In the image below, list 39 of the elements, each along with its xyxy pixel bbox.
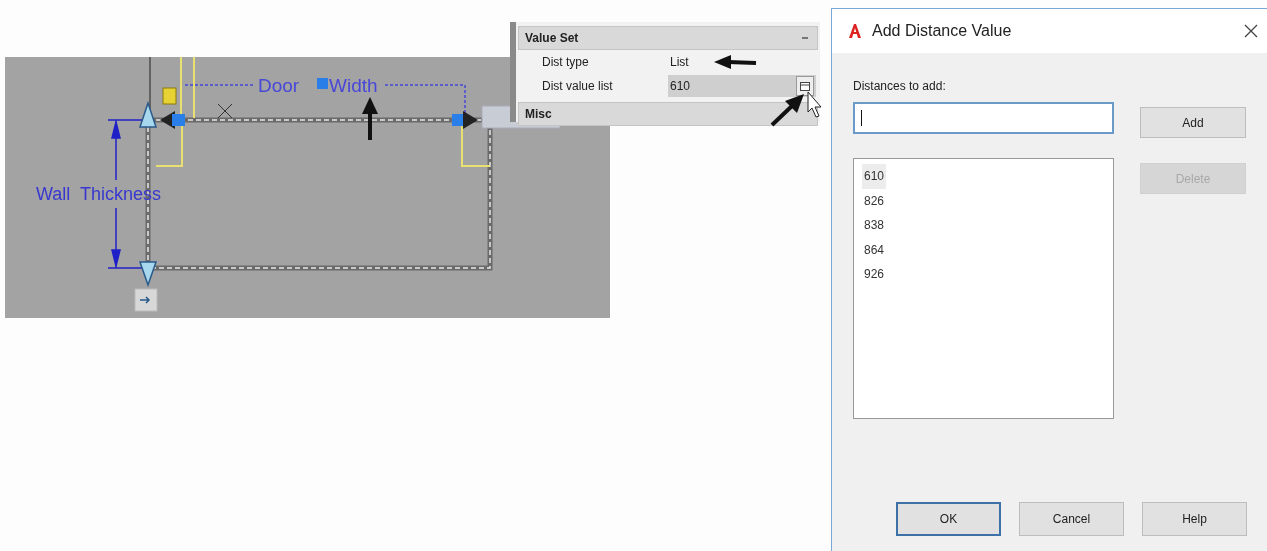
section-title: Misc	[525, 107, 552, 121]
width-label: Width	[329, 75, 378, 96]
list-item[interactable]: 838	[862, 213, 887, 238]
door-label: Door	[258, 75, 300, 96]
side-button[interactable]: Add	[1140, 107, 1246, 138]
dialog-button[interactable]: Cancel	[1019, 502, 1124, 536]
collapse-icon[interactable]	[801, 34, 809, 42]
list-item[interactable]: 826	[862, 188, 887, 213]
list-item[interactable]: 864	[862, 237, 887, 262]
field-label: Distances to add:	[853, 79, 947, 93]
property-value: List	[669, 54, 689, 71]
section-title: Value Set	[525, 31, 579, 45]
grip-handle[interactable]	[317, 78, 328, 89]
section-header[interactable]: Misc	[518, 102, 818, 126]
ellipsis-icon[interactable]	[796, 76, 814, 96]
wall-thickness-label: Wall Thickness	[36, 184, 162, 204]
property-name: Dist type	[542, 55, 590, 69]
dialog-button[interactable]: Help	[1142, 502, 1247, 536]
list-item[interactable]: 610	[862, 164, 887, 189]
pointer-arrow	[714, 55, 757, 69]
cross-mark	[217, 103, 233, 119]
dialog-title: Add Distance Value	[872, 22, 1013, 40]
app-logo-icon	[848, 24, 862, 38]
distance-input-field[interactable]	[853, 102, 1114, 134]
stretch-grip-icon[interactable]	[138, 100, 158, 128]
distance-list[interactable]: 610 826 838 864 926	[853, 158, 1114, 419]
pointer-arrow	[362, 97, 378, 140]
dialog-button[interactable]: OK	[896, 502, 1001, 536]
mouse-cursor-icon	[807, 91, 822, 118]
insert-grip-icon[interactable]	[134, 288, 158, 312]
grip-handle[interactable]	[160, 111, 185, 129]
section-header[interactable]: Value Set	[518, 26, 818, 50]
list-item[interactable]: 926	[862, 262, 887, 287]
pointer-arrow	[770, 94, 804, 127]
property-name: Dist value list	[542, 79, 614, 93]
grip-handle[interactable]	[452, 111, 478, 129]
close-icon[interactable]	[1244, 24, 1258, 38]
property-value-field[interactable]: 610	[668, 75, 816, 97]
stretch-grip-icon[interactable]	[138, 261, 158, 288]
